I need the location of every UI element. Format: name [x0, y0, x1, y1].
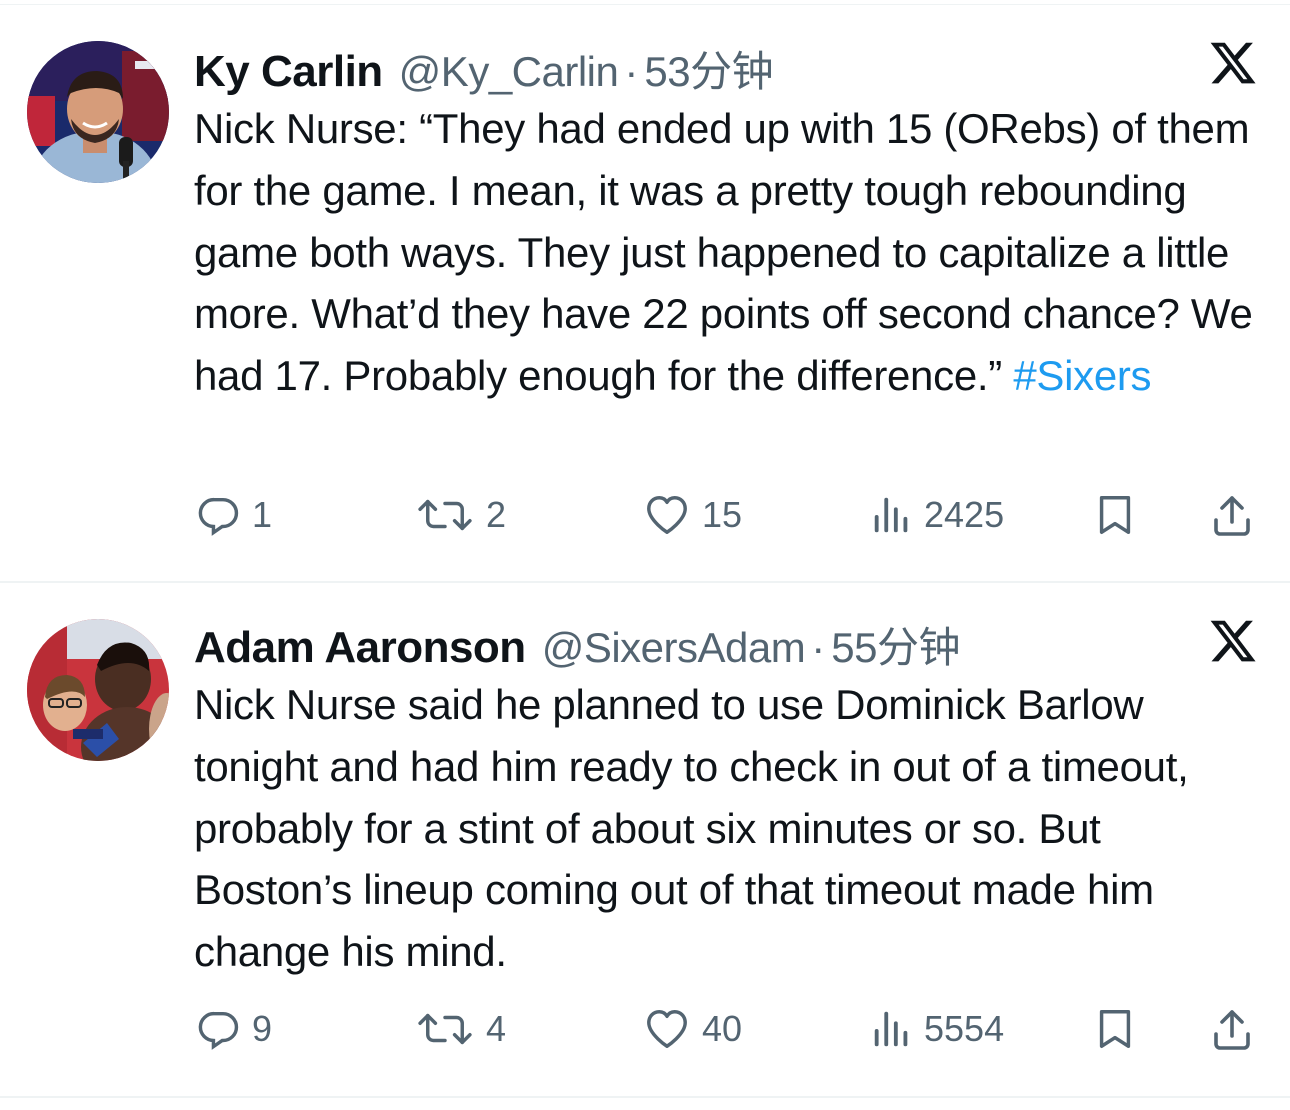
retweet-button[interactable]: 4	[414, 1006, 506, 1052]
views-icon	[874, 497, 908, 533]
hashtag-link[interactable]: #Sixers	[1013, 352, 1151, 399]
avatar[interactable]	[27, 619, 169, 761]
retweet-count: 2	[486, 494, 507, 535]
author-name[interactable]: Adam Aaronson	[194, 623, 526, 673]
tweet-divider	[0, 1096, 1290, 1098]
tweet-text: Nick Nurse: “They had ended up with 15 (…	[194, 98, 1264, 407]
reply-icon	[198, 497, 239, 536]
bookmark-button[interactable]	[1092, 492, 1138, 538]
separator-dot: ·	[811, 624, 826, 671]
tweet-header: Adam Aaronson @SixersAdam · 55分钟	[194, 614, 960, 673]
retweet-icon	[418, 1013, 472, 1045]
tweet-divider	[0, 581, 1290, 583]
views-count: 5554	[924, 1008, 1005, 1049]
views-button[interactable]: 2425	[870, 492, 1004, 538]
share-button[interactable]	[1208, 492, 1256, 540]
like-count: 40	[702, 1008, 743, 1049]
reply-button[interactable]: 1	[196, 492, 272, 538]
top-divider	[0, 4, 1290, 5]
author-name[interactable]: Ky Carlin	[194, 47, 383, 97]
timestamp[interactable]: 55分钟	[831, 614, 960, 675]
retweet-icon	[418, 499, 472, 531]
action-bar: 9 4 40 5554	[0, 1006, 1290, 1056]
reply-button[interactable]: 9	[196, 1006, 272, 1052]
reply-icon	[198, 1011, 239, 1050]
tweet-header: Ky Carlin @Ky_Carlin · 53分钟	[194, 38, 774, 97]
timestamp[interactable]: 53分钟	[644, 38, 773, 99]
heart-icon	[647, 496, 687, 534]
like-button[interactable]: 40	[642, 1006, 742, 1052]
tweet-feed: Ky Carlin @Ky_Carlin · 53分钟 Nick Nurse: …	[0, 0, 1290, 1110]
retweet-button[interactable]: 2	[414, 492, 506, 538]
tweet-text: Nick Nurse said he planned to use Domini…	[194, 674, 1264, 983]
bookmark-button[interactable]	[1092, 1006, 1138, 1052]
heart-icon	[647, 1010, 687, 1048]
views-button[interactable]: 5554	[870, 1006, 1004, 1052]
like-count: 15	[702, 494, 743, 535]
avatar[interactable]	[27, 41, 169, 183]
bookmark-icon	[1099, 1010, 1131, 1048]
x-logo-icon	[1208, 616, 1258, 666]
author-handle[interactable]: @Ky_Carlin	[399, 48, 619, 96]
tweet-text-content: Nick Nurse said he planned to use Domini…	[194, 681, 1189, 976]
share-button[interactable]	[1208, 1006, 1256, 1054]
views-count: 2425	[924, 494, 1005, 535]
share-icon	[1214, 1010, 1250, 1050]
retweet-count: 4	[486, 1008, 507, 1049]
like-button[interactable]: 15	[642, 492, 742, 538]
action-bar: 1 2 15 2425	[0, 492, 1290, 542]
share-icon	[1214, 496, 1250, 536]
bookmark-icon	[1099, 496, 1131, 534]
author-handle[interactable]: @SixersAdam	[542, 624, 806, 672]
views-icon	[874, 1011, 908, 1047]
reply-count: 9	[252, 1008, 273, 1049]
x-logo-icon	[1208, 38, 1258, 88]
separator-dot: ·	[624, 48, 639, 95]
reply-count: 1	[252, 494, 273, 535]
